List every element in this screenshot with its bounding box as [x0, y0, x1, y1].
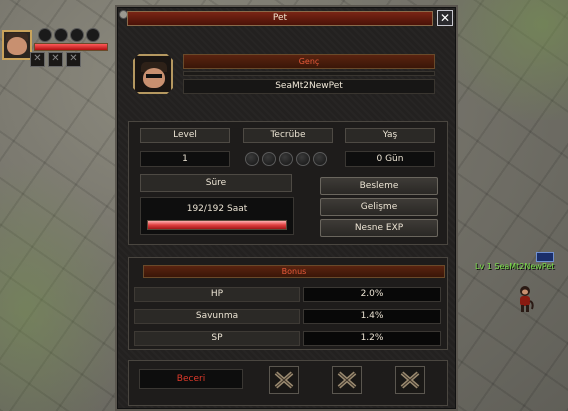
- pet-face-icon: [7, 37, 27, 55]
- pet-glasses-icon: [146, 74, 162, 78]
- bonus-hp-value: 2.0%: [303, 287, 441, 302]
- pet-header-divider: [183, 71, 435, 76]
- bonus-panel: Bonus HP 2.0% Savunma 1.4% SP 1.2%: [128, 257, 448, 350]
- exp-orb-icon: [262, 152, 276, 166]
- pet-guild-flag-icon: [536, 252, 554, 262]
- age-value: 0 Gün: [345, 151, 435, 167]
- ground-grass-left: [0, 160, 130, 411]
- evolve-button[interactable]: Gelişme: [320, 198, 438, 216]
- pet-mini-status: ✕ ✕ ✕: [0, 26, 110, 68]
- skill-slot-3[interactable]: [395, 366, 425, 394]
- exp-label: Tecrübe: [243, 128, 333, 143]
- skill-panel: Beceri: [128, 360, 448, 406]
- pet-info-panel: Level Tecrübe Yaş 1 0 Gün Süre 192/192 S…: [128, 121, 448, 245]
- skill-slot-1[interactable]: [269, 366, 299, 394]
- age-label: Yaş: [345, 128, 435, 143]
- locked-slot-icon[interactable]: ✕: [66, 52, 81, 67]
- item-exp-button[interactable]: Nesne EXP: [320, 219, 438, 237]
- world-pet-nameplate[interactable]: Lv 1 SeaMt2NewPet: [475, 262, 554, 271]
- duration-bar-fill: [148, 221, 286, 229]
- pet-monkey-sprite[interactable]: [516, 285, 534, 313]
- ground-grass-right: [440, 0, 568, 120]
- pet-mini-skill-slots: ✕ ✕ ✕: [30, 52, 81, 67]
- pet-mini-duration-bar: [34, 43, 108, 51]
- bonus-title: Bonus: [143, 265, 445, 278]
- skill-slot-2[interactable]: [332, 366, 362, 394]
- duration-bar: [147, 220, 287, 230]
- pet-name: SeaMt2NewPet: [183, 79, 435, 94]
- feed-button[interactable]: Besleme: [320, 177, 438, 195]
- pet-mini-dots: [38, 28, 100, 42]
- mini-dot: [38, 28, 52, 42]
- locked-skill-icon: [337, 371, 357, 389]
- mini-dot: [86, 28, 100, 42]
- duration-value: 192/192 Saat: [186, 204, 248, 214]
- bonus-sp-value: 1.2%: [303, 331, 441, 346]
- mini-dot: [70, 28, 84, 42]
- duration-label: Süre: [140, 174, 292, 192]
- pet-mini-portrait[interactable]: [2, 30, 32, 60]
- pet-type: Genç: [183, 54, 435, 69]
- exp-orb-icon: [279, 152, 293, 166]
- mini-dot: [54, 28, 68, 42]
- duration-box: 192/192 Saat: [140, 197, 294, 235]
- bonus-sp-label: SP: [134, 331, 300, 346]
- close-button[interactable]: ✕: [437, 10, 453, 26]
- pet-face-icon: [143, 68, 165, 88]
- locked-skill-icon: [400, 371, 420, 389]
- exp-orb-icon: [296, 152, 310, 166]
- locked-slot-icon[interactable]: ✕: [48, 52, 63, 67]
- pet-portrait: [133, 54, 173, 94]
- locked-slot-icon[interactable]: ✕: [30, 52, 45, 67]
- exp-orb-icon: [313, 152, 327, 166]
- exp-orb-icon: [245, 152, 259, 166]
- level-value: 1: [140, 151, 230, 167]
- bonus-defense-value: 1.4%: [303, 309, 441, 324]
- skill-label: Beceri: [139, 369, 243, 389]
- window-title[interactable]: Pet: [127, 11, 433, 26]
- level-label: Level: [140, 128, 230, 143]
- pet-mini-duration-fill: [35, 44, 107, 50]
- pet-window: Pet ✕ Genç SeaMt2NewPet Level Tecrübe Ya…: [115, 5, 458, 411]
- locked-skill-icon: [274, 371, 294, 389]
- bonus-hp-label: HP: [134, 287, 300, 302]
- bonus-defense-label: Savunma: [134, 309, 300, 324]
